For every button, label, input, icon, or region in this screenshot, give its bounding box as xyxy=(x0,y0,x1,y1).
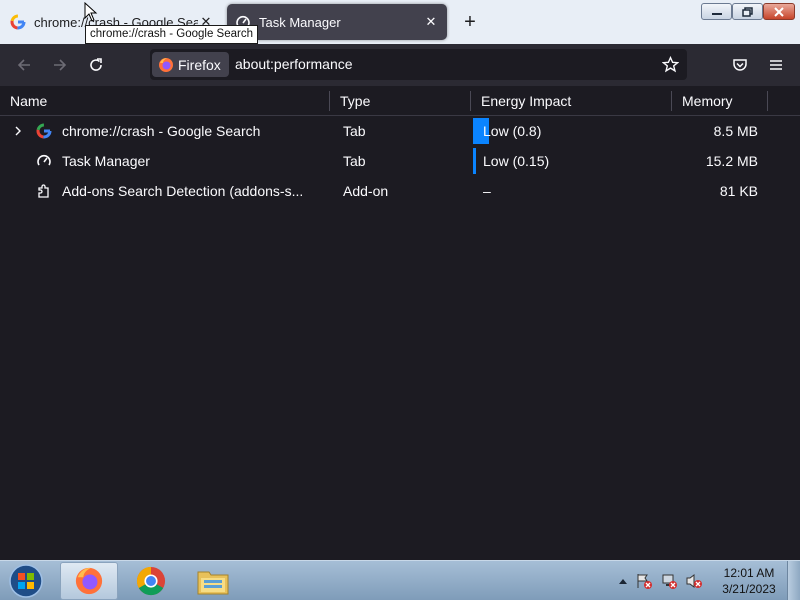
row-memory: 81 KB xyxy=(719,183,758,199)
hamburger-menu-icon xyxy=(770,60,782,70)
row-name: chrome://crash - Google Search xyxy=(62,123,261,139)
column-header-name[interactable]: Name xyxy=(10,93,47,109)
google-icon xyxy=(36,123,52,139)
table-row[interactable]: Add-ons Search Detection (addons-s... Ad… xyxy=(0,176,800,206)
tab-strip: chrome://crash - Google Search ✕ Task Ma… xyxy=(0,0,800,44)
table-header: Name Type Energy Impact Memory xyxy=(0,86,800,116)
column-header-memory[interactable]: Memory xyxy=(682,93,733,109)
chrome-icon xyxy=(136,566,166,596)
show-hidden-icons-icon[interactable] xyxy=(618,577,628,585)
taskbar-clock[interactable]: 12:01 AM 3/21/2023 xyxy=(715,565,783,597)
folder-icon xyxy=(197,571,229,595)
table-row[interactable]: Task Manager Tab Low (0.15) 15.2 MB xyxy=(0,146,800,176)
column-divider[interactable] xyxy=(470,91,471,111)
row-name: Add-ons Search Detection (addons-s... xyxy=(62,183,304,199)
reload-button[interactable] xyxy=(82,52,110,78)
column-divider[interactable] xyxy=(329,91,330,111)
pocket-icon xyxy=(733,59,747,71)
firefox-icon xyxy=(75,567,103,595)
clock-date: 3/21/2023 xyxy=(722,582,776,596)
mouse-cursor-icon xyxy=(84,2,98,22)
clock-time: 12:01 AM xyxy=(723,566,775,580)
expand-chevron-icon[interactable] xyxy=(14,126,22,136)
row-energy-impact: Low (0.15) xyxy=(483,153,550,169)
column-header-type[interactable]: Type xyxy=(340,93,370,109)
tab-task-manager[interactable]: Task Manager ✕ xyxy=(227,4,447,40)
identity-label: Firefox xyxy=(178,56,221,73)
tab-tooltip: chrome://crash - Google Search xyxy=(85,25,258,44)
row-memory: 8.5 MB xyxy=(713,123,758,139)
url-text[interactable]: about:performance xyxy=(235,56,353,72)
row-type: Tab xyxy=(343,123,366,139)
new-tab-button[interactable]: + xyxy=(458,10,482,34)
row-energy-impact: Low (0.8) xyxy=(483,123,542,139)
restore-icon xyxy=(741,6,753,17)
action-center-flag-icon[interactable] xyxy=(635,572,653,590)
table-row[interactable]: chrome://crash - Google Search Tab Low (… xyxy=(0,116,800,146)
minimize-button[interactable] xyxy=(701,3,732,20)
pocket-button[interactable] xyxy=(726,52,754,78)
back-arrow-icon xyxy=(17,59,30,71)
minimize-icon xyxy=(711,12,722,15)
network-icon[interactable] xyxy=(660,572,678,590)
start-button[interactable] xyxy=(6,562,46,600)
forward-button[interactable] xyxy=(46,52,74,78)
forward-arrow-icon xyxy=(54,59,67,71)
identity-box[interactable]: Firefox xyxy=(152,52,229,77)
column-header-energy-impact[interactable]: Energy Impact xyxy=(481,93,571,109)
app-menu-button[interactable] xyxy=(762,52,790,78)
show-desktop-button[interactable] xyxy=(787,561,800,600)
navigation-toolbar: Firefox about:performance xyxy=(0,44,800,86)
firefox-icon xyxy=(159,57,173,72)
close-icon xyxy=(774,6,784,17)
tab-close-icon[interactable]: ✕ xyxy=(423,14,439,30)
restore-button[interactable] xyxy=(732,3,763,20)
row-name: Task Manager xyxy=(62,153,150,169)
taskbar: 12:01 AM 3/21/2023 xyxy=(0,560,800,600)
row-type: Add-on xyxy=(343,183,389,199)
windows-start-icon xyxy=(9,564,43,598)
row-energy-impact: – xyxy=(483,183,491,199)
tab-title: Task Manager xyxy=(259,14,341,30)
star-bookmark-icon[interactable] xyxy=(662,56,679,73)
gauge-icon xyxy=(36,153,52,169)
volume-muted-icon[interactable] xyxy=(685,572,703,590)
taskbar-chrome[interactable] xyxy=(122,562,180,600)
google-icon xyxy=(10,14,26,30)
system-tray xyxy=(618,571,703,591)
row-type: Tab xyxy=(343,153,366,169)
reload-icon xyxy=(90,58,102,71)
column-divider[interactable] xyxy=(671,91,672,111)
url-bar[interactable]: Firefox about:performance xyxy=(150,49,687,80)
puzzle-icon xyxy=(36,183,52,199)
row-memory: 15.2 MB xyxy=(705,153,758,169)
taskbar-file-explorer[interactable] xyxy=(184,562,242,600)
taskbar-firefox[interactable] xyxy=(60,562,118,600)
column-divider[interactable] xyxy=(767,91,768,111)
close-window-button[interactable] xyxy=(763,3,795,20)
back-button[interactable] xyxy=(10,52,38,78)
energy-impact-bar xyxy=(473,148,476,174)
